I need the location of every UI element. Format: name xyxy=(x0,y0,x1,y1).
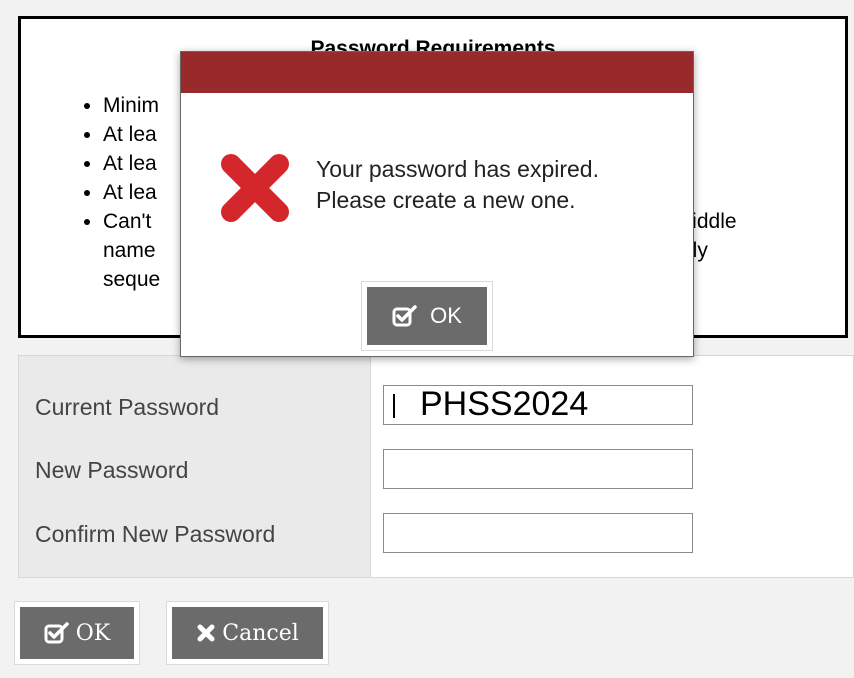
ok-button-frame: OK xyxy=(14,601,140,665)
confirm-password-label: Confirm New Password xyxy=(35,521,276,547)
dialog-ok-button-frame: OK xyxy=(361,281,493,351)
current-password-value: PHSS2024 xyxy=(420,385,589,423)
checkbox-check-icon xyxy=(44,622,69,644)
new-password-input[interactable] xyxy=(383,449,693,489)
dialog-header xyxy=(181,52,693,93)
cancel-button[interactable]: Cancel xyxy=(172,607,323,659)
checkbox-check-icon xyxy=(392,305,417,327)
ok-button[interactable]: OK xyxy=(20,607,134,659)
x-icon xyxy=(197,624,215,642)
text-cursor xyxy=(393,394,395,418)
dialog-ok-button[interactable]: OK xyxy=(367,287,487,345)
dialog-ok-label: OK xyxy=(430,303,462,328)
change-password-form: Current Password PHSS2024 New Password C… xyxy=(18,355,854,578)
password-expired-dialog: Your password has expired. Please create… xyxy=(180,51,694,357)
ok-button-label: OK xyxy=(75,620,111,646)
dialog-message-line-2: Please create a new one. xyxy=(316,187,576,213)
dialog-message-line-1: Your password has expired. xyxy=(316,156,599,182)
new-password-label: New Password xyxy=(35,457,189,483)
current-password-input[interactable]: PHSS2024 xyxy=(383,385,693,425)
dialog-message: Your password has expired. Please create… xyxy=(316,154,599,216)
current-password-label: Current Password xyxy=(35,394,220,420)
error-x-icon xyxy=(221,154,289,222)
cancel-button-label: Cancel xyxy=(222,620,299,646)
confirm-password-input[interactable] xyxy=(383,513,693,553)
cancel-button-frame: Cancel xyxy=(166,601,329,665)
